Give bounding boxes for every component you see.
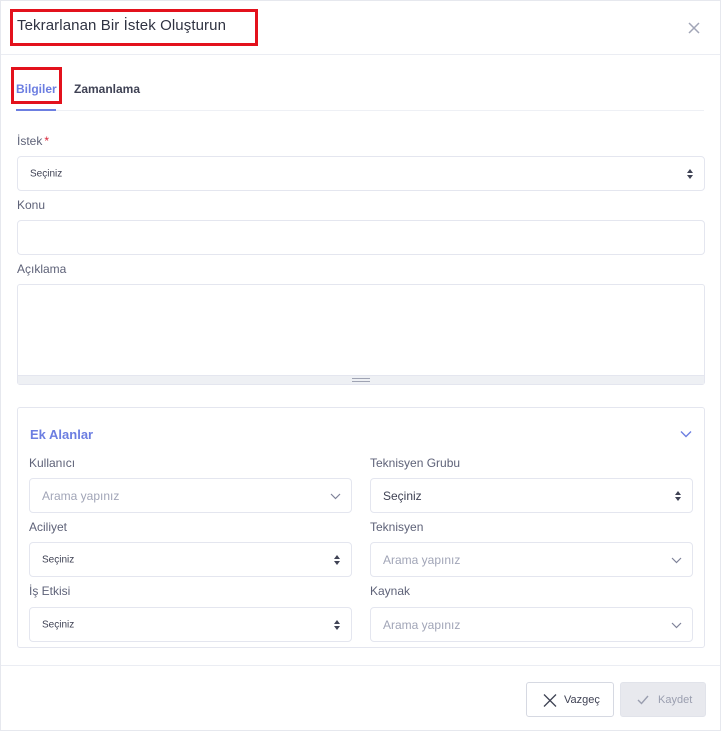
- kaynak-placeholder: Arama yapınız: [383, 617, 461, 632]
- aciklama-label: Açıklama: [17, 262, 67, 276]
- aciliyet-label: Aciliyet: [29, 520, 68, 534]
- cancel-button[interactable]: Vazgeç: [526, 682, 614, 717]
- konu-label: Konu: [17, 198, 46, 212]
- aciliyet-select[interactable]: Seçiniz: [29, 542, 352, 577]
- ek-alanlar-title[interactable]: Ek Alanlar: [30, 427, 93, 442]
- dialog-title: Tekrarlanan Bir İstek Oluşturun: [17, 17, 227, 34]
- teknisyen-grubu-label: Teknisyen Grubu: [370, 456, 461, 470]
- save-button[interactable]: Kaydet: [620, 682, 706, 717]
- teknisyen-grubu-value: Seçiniz: [383, 488, 422, 503]
- required-mark: *: [44, 134, 50, 148]
- is-etkisi-value: Seçiniz: [42, 619, 75, 630]
- kaynak-search-select[interactable]: Arama yapınız: [370, 607, 693, 642]
- select-arrows-icon: [675, 490, 681, 501]
- chevron-down-icon[interactable]: [680, 430, 692, 438]
- is-etkisi-label: İş Etkisi: [29, 584, 71, 598]
- chevron-down-icon: [330, 493, 341, 499]
- kaynak-label: Kaynak: [370, 584, 411, 598]
- kullanici-label: Kullanıcı: [29, 456, 76, 470]
- tab-bar: Bilgiler Zamanlama: [1, 67, 720, 111]
- close-icon[interactable]: [686, 20, 702, 36]
- chevron-down-icon: [671, 557, 682, 563]
- tab-zamanlama[interactable]: Zamanlama: [74, 82, 140, 96]
- footer-divider: [1, 665, 720, 666]
- tab-bilgiler[interactable]: Bilgiler: [16, 82, 57, 96]
- istek-select-value: Seçiniz: [30, 168, 63, 179]
- chevron-down-icon: [671, 622, 682, 628]
- close-icon: [543, 694, 557, 707]
- active-tab-indicator: [16, 109, 56, 111]
- konu-input[interactable]: [17, 220, 705, 255]
- aciklama-textarea[interactable]: [17, 284, 705, 385]
- istek-select[interactable]: Seçiniz: [17, 156, 705, 191]
- textarea-resize-bar[interactable]: [18, 375, 704, 384]
- teknisyen-label: Teknisyen: [370, 520, 424, 534]
- kullanici-placeholder: Arama yapınız: [42, 488, 120, 503]
- teknisyen-search-select[interactable]: Arama yapınız: [370, 542, 693, 577]
- aciliyet-value: Seçiniz: [42, 554, 75, 565]
- check-icon: [637, 695, 649, 705]
- save-button-label: Kaydet: [658, 694, 693, 706]
- ek-alanlar-panel: Ek Alanlar Kullanıcı Arama yapınız Tekni…: [17, 407, 705, 648]
- tab-bar-divider: [16, 110, 704, 111]
- istek-label-text: İstek: [17, 134, 43, 148]
- select-arrows-icon: [687, 168, 693, 179]
- dialog-header: Tekrarlanan Bir İstek Oluşturun: [1, 1, 720, 55]
- is-etkisi-select[interactable]: Seçiniz: [29, 607, 352, 642]
- istek-label: İstek *: [17, 134, 49, 148]
- teknisyen-grubu-select[interactable]: Seçiniz: [370, 478, 693, 513]
- recurring-request-dialog: Tekrarlanan Bir İstek Oluşturun Bilgiler…: [0, 0, 721, 731]
- select-arrows-icon: [334, 619, 340, 630]
- kullanici-search-select[interactable]: Arama yapınız: [29, 478, 352, 513]
- cancel-button-label: Vazgeç: [564, 694, 600, 706]
- resize-grip-icon[interactable]: [352, 377, 370, 383]
- select-arrows-icon: [334, 554, 340, 565]
- teknisyen-placeholder: Arama yapınız: [383, 552, 461, 567]
